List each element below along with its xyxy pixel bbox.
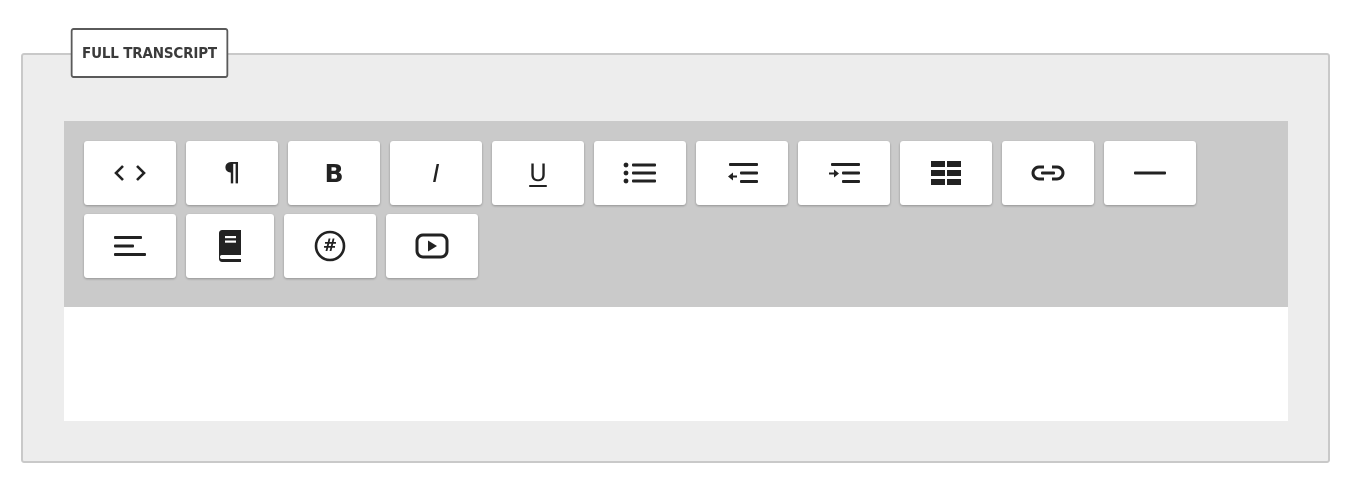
editor-content-area[interactable]: [64, 307, 1288, 421]
bold-icon: B: [324, 158, 344, 188]
editor-toolbar: ¶ B I U #: [64, 121, 1288, 307]
paragraph-button[interactable]: ¶: [186, 141, 278, 205]
align-left-icon: [113, 235, 147, 257]
horizontal-rule-icon: [1133, 169, 1167, 177]
list-icon: [623, 161, 657, 185]
hashtag-icon: #: [314, 230, 346, 262]
link-icon: [1031, 163, 1065, 183]
table-icon: [931, 161, 961, 185]
underline-icon: U: [529, 159, 547, 187]
code-icon: [113, 163, 147, 183]
bold-button[interactable]: B: [288, 141, 380, 205]
italic-icon: I: [432, 158, 440, 188]
table-button[interactable]: [900, 141, 992, 205]
book-icon: [216, 230, 244, 262]
indent-button[interactable]: [798, 141, 890, 205]
field-legend: FULL TRANSCRIPT: [70, 28, 229, 78]
hashtag-button[interactable]: #: [284, 214, 376, 278]
indent-icon: [827, 161, 861, 185]
horizontal-rule-button[interactable]: [1104, 141, 1196, 205]
video-play-icon: [415, 233, 449, 259]
source-code-button[interactable]: [84, 141, 176, 205]
outdent-icon: [725, 161, 759, 185]
pilcrow-icon: ¶: [223, 158, 241, 188]
book-button[interactable]: [186, 214, 274, 278]
link-button[interactable]: [1002, 141, 1094, 205]
video-button[interactable]: [386, 214, 478, 278]
outdent-button[interactable]: [696, 141, 788, 205]
unordered-list-button[interactable]: [594, 141, 686, 205]
underline-button[interactable]: U: [492, 141, 584, 205]
rich-text-editor: ¶ B I U #: [64, 121, 1288, 421]
italic-button[interactable]: I: [390, 141, 482, 205]
align-button[interactable]: [84, 214, 176, 278]
